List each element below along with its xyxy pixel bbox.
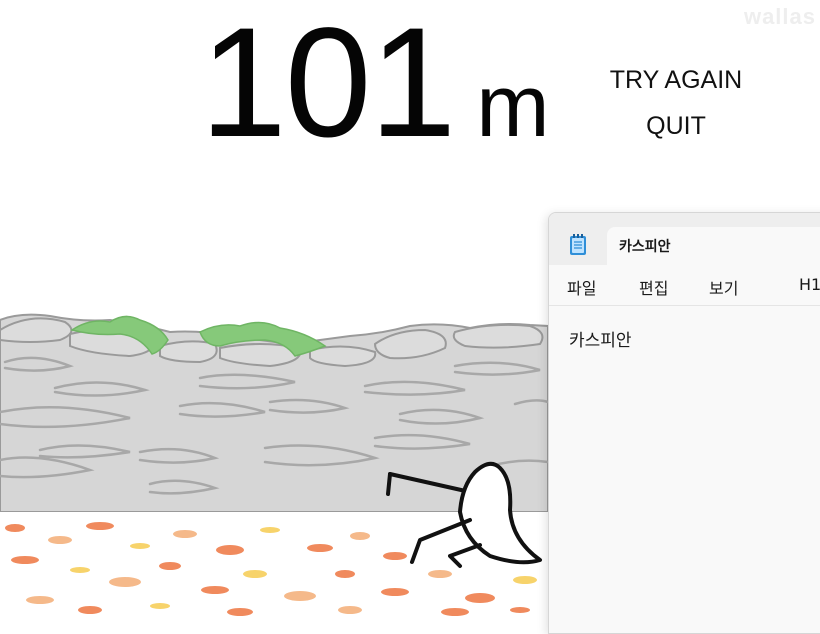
menu-bar: 파일 편집 보기 H1 (549, 265, 820, 306)
notepad-icon (570, 234, 586, 255)
title-bar: 카스피안 (549, 213, 820, 265)
menu-view[interactable]: 보기 (709, 275, 738, 299)
try-again-button[interactable]: TRY AGAIN (606, 66, 746, 95)
tab-title: 카스피안 (619, 239, 671, 255)
distance-unit: m (476, 56, 550, 155)
menu-edit[interactable]: 편집 (639, 275, 668, 299)
text-editor[interactable]: 카스피안 (549, 306, 820, 633)
heading-format-button[interactable]: H1 (799, 275, 820, 294)
distance-display: 101 m (200, 0, 550, 170)
menu-file[interactable]: 파일 (567, 275, 596, 299)
document-tab[interactable]: 카스피안 (607, 227, 820, 265)
distance-value: 101 (200, 0, 456, 170)
watermark: wallas (743, 4, 816, 29)
editor-content: 카스피안 (569, 331, 632, 351)
notepad-window: 카스피안 파일 편집 보기 H1 카스피안 (548, 212, 820, 634)
quit-button[interactable]: QUIT (606, 112, 746, 141)
